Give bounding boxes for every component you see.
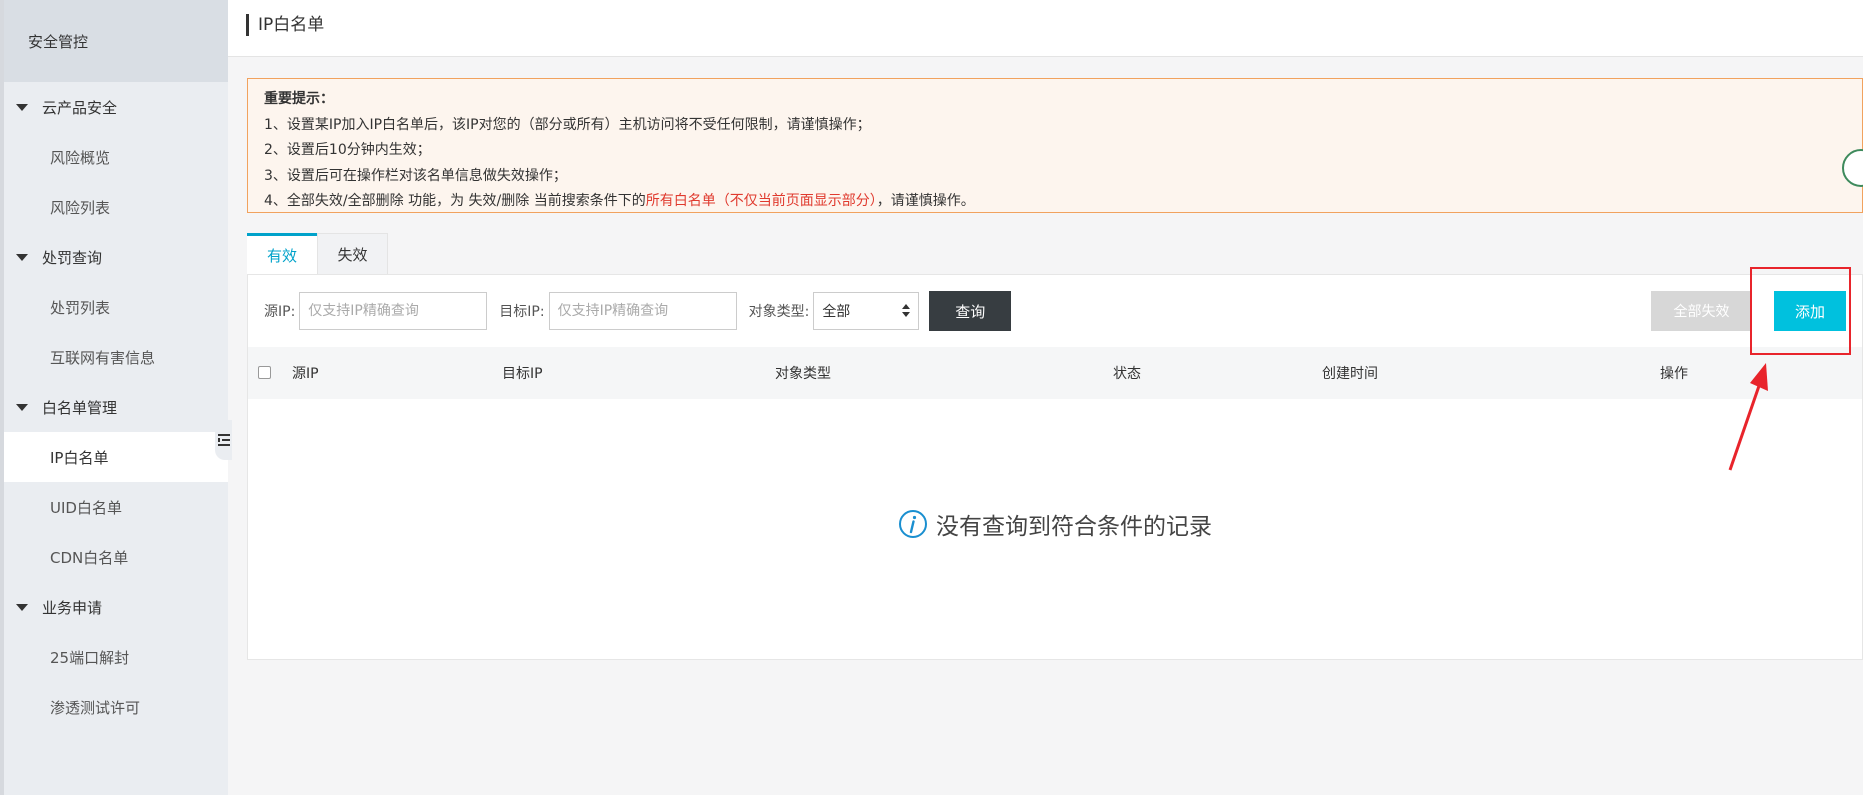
source-ip-input[interactable] xyxy=(299,292,488,330)
caret-down-icon xyxy=(16,103,28,111)
sidebar-group-label: 白名单管理 xyxy=(42,398,118,417)
whitelist-panel: 源IP: 目标IP: 对象类型: 全部 查询 全部失效 添加 源IP 目标IP … xyxy=(247,274,1863,660)
collapse-menu-icon xyxy=(217,434,230,446)
target-ip-input[interactable] xyxy=(548,292,737,330)
caret-down-icon xyxy=(16,403,28,411)
notice-line: 1、设置某IP加入IP白名单后，该IP对您的（部分或所有）主机访问将不受任何限制… xyxy=(264,116,871,133)
notice-line-text: ，请谨慎操作。 xyxy=(876,193,975,209)
notice-line: 3、设置后可在操作栏对该名单信息做失效操作； xyxy=(264,167,567,184)
sidebar-header: 安全管控 xyxy=(4,0,228,82)
sidebar-item-ip-whitelist[interactable]: IP白名单 xyxy=(4,432,228,482)
sidebar-item-penalty-list[interactable]: 处罚列表 xyxy=(4,282,228,332)
notice-line: 2、设置后10分钟内生效； xyxy=(264,142,431,158)
column-header-actions: 操作 xyxy=(1660,366,1688,382)
sidebar-group-cloud-security[interactable]: 云产品安全 xyxy=(4,82,228,132)
highlight-annotation xyxy=(1750,267,1851,355)
object-type-label: 对象类型: xyxy=(748,304,810,320)
notice-warning-text: 所有白名单（不仅当前页面显示部分） xyxy=(645,193,877,209)
column-header-created-time: 创建时间 xyxy=(1322,366,1378,382)
sidebar-item-risk-overview[interactable]: 风险概览 xyxy=(4,132,228,182)
sidebar-nav: 云产品安全 风险概览 风险列表 处罚查询 处罚列表 互联网有害信息 白名单管理 … xyxy=(4,82,228,732)
sidebar-group-label: 业务申请 xyxy=(42,598,103,617)
target-ip-label: 目标IP: xyxy=(499,304,545,320)
sidebar-item-harmful-info[interactable]: 互联网有害信息 xyxy=(4,332,228,382)
empty-state: 没有查询到符合条件的记录 xyxy=(248,507,1862,541)
sidebar-item-port25-unblock[interactable]: 25端口解封 xyxy=(4,632,228,682)
annotation-arrow-icon xyxy=(1728,363,1768,471)
disable-all-button[interactable]: 全部失效 xyxy=(1651,291,1752,331)
sidebar-group-label: 云产品安全 xyxy=(42,98,118,117)
sidebar-item-risk-list[interactable]: 风险列表 xyxy=(4,182,228,232)
column-header-target-ip: 目标IP xyxy=(502,366,543,382)
notice-title: 重要提示： xyxy=(264,91,334,107)
column-header-status: 状态 xyxy=(1113,366,1141,382)
caret-down-icon xyxy=(16,253,28,261)
select-arrows-icon xyxy=(902,304,911,317)
sidebar-collapse-button[interactable] xyxy=(215,420,232,460)
empty-state-text: 没有查询到符合条件的记录 xyxy=(936,514,1212,540)
page-header: IP白名单 xyxy=(228,0,1863,57)
sidebar-group-whitelist[interactable]: 白名单管理 xyxy=(4,382,228,432)
page-title: IP白名单 xyxy=(246,14,324,36)
tab-valid[interactable]: 有效 xyxy=(247,233,317,275)
source-ip-label: 源IP: xyxy=(264,304,296,320)
tab-invalid[interactable]: 失效 xyxy=(317,233,388,275)
notice-line: 4、全部失效/全部删除 功能，为 失效/删除 当前搜索条件下的所有白名单（不仅当… xyxy=(264,189,1846,215)
table-header: 源IP 目标IP 对象类型 状态 创建时间 操作 xyxy=(248,347,1862,399)
sidebar-group-penalty-query[interactable]: 处罚查询 xyxy=(4,232,228,282)
sidebar-item-uid-whitelist[interactable]: UID白名单 xyxy=(4,482,228,532)
select-all-checkbox[interactable] xyxy=(258,366,271,379)
important-notice: 重要提示： 1、设置某IP加入IP白名单后，该IP对您的（部分或所有）主机访问将… xyxy=(247,78,1863,213)
sidebar: 安全管控 云产品安全 风险概览 风险列表 处罚查询 处罚列表 互联网有害信息 白… xyxy=(0,0,232,795)
column-header-source-ip: 源IP xyxy=(292,366,319,382)
object-type-select[interactable]: 全部 xyxy=(813,292,920,330)
sidebar-item-cdn-whitelist[interactable]: CDN白名单 xyxy=(4,532,228,582)
query-button[interactable]: 查询 xyxy=(929,291,1012,331)
caret-down-icon xyxy=(16,603,28,611)
status-tabs: 有效 失效 xyxy=(247,233,388,275)
filter-bar: 源IP: 目标IP: 对象类型: 全部 查询 xyxy=(264,291,1862,331)
info-icon xyxy=(899,510,927,538)
sidebar-group-business-apply[interactable]: 业务申请 xyxy=(4,582,228,632)
sidebar-item-pentest-permit[interactable]: 渗透测试许可 xyxy=(4,682,228,732)
sidebar-group-label: 处罚查询 xyxy=(42,248,103,267)
object-type-value: 全部 xyxy=(822,304,851,320)
column-header-object-type: 对象类型 xyxy=(775,366,831,382)
notice-line-text: 4、全部失效/全部删除 功能，为 失效/删除 当前搜索条件下的 xyxy=(264,193,646,209)
